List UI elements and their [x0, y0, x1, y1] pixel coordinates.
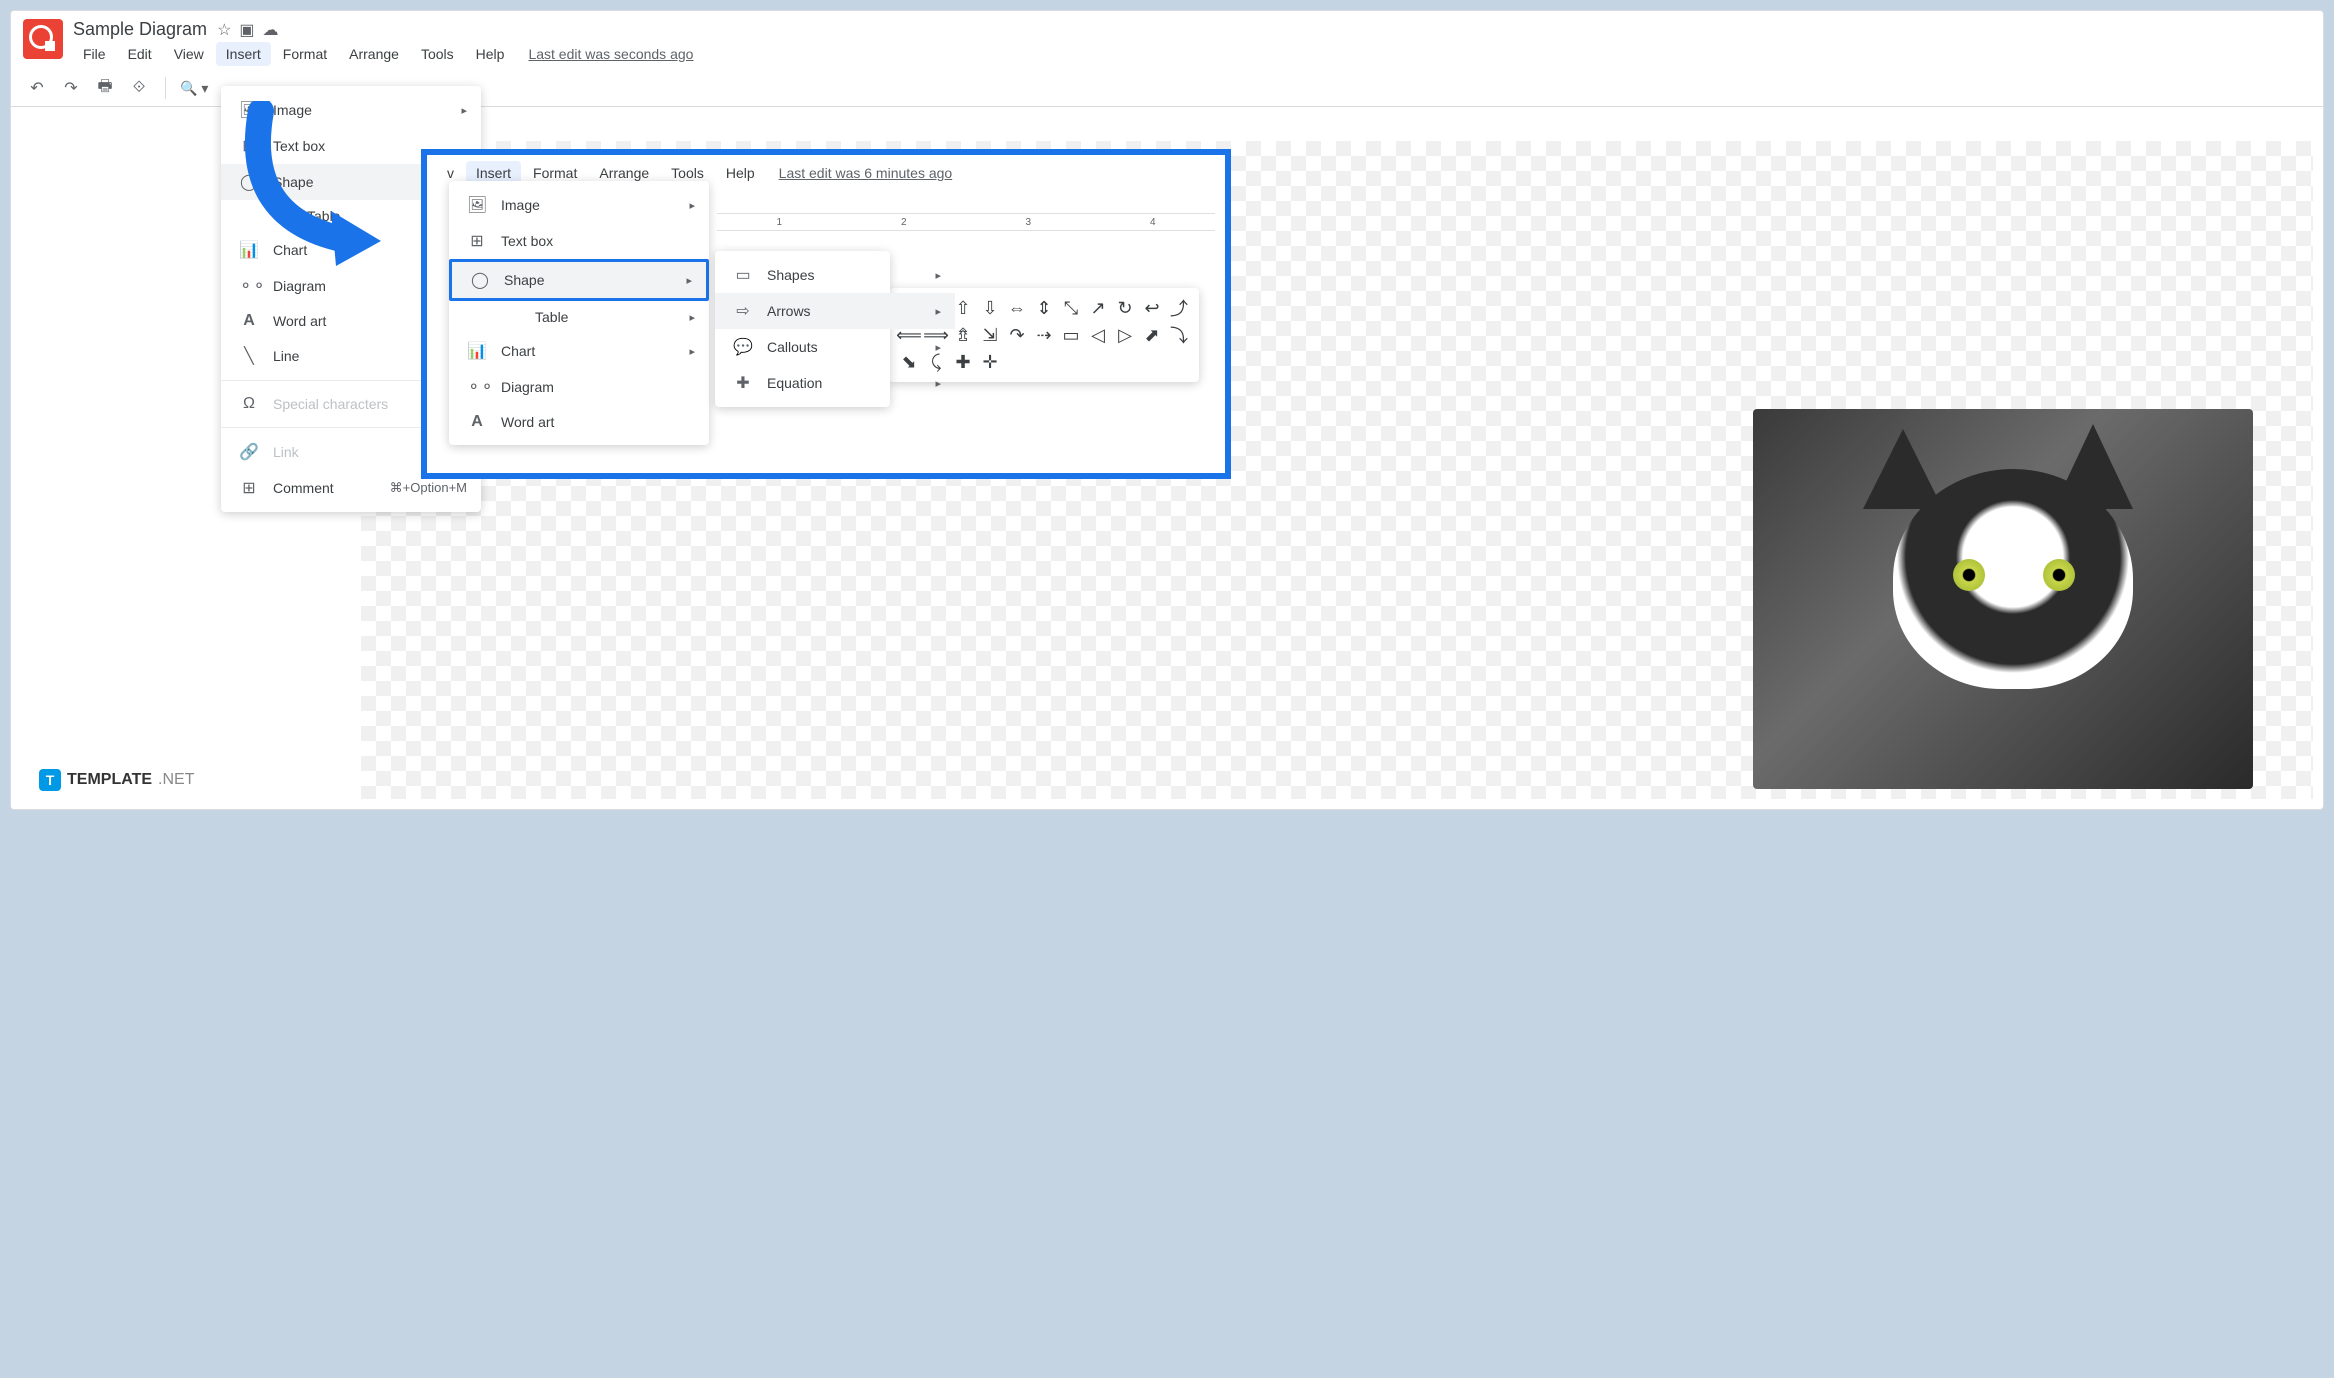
menu-arrange[interactable]: Arrange — [339, 42, 409, 66]
overlay-ruler: 12 34 — [717, 213, 1215, 231]
diagram-icon: ⚬⚬ — [239, 276, 259, 296]
overlay-insert-dropdown: 🖼Image▸ ⊞Text box ◯Shape▸ Table▸ 📊Chart▸… — [449, 181, 709, 445]
submenu-shapes[interactable]: ▭Shapes▸ — [715, 257, 955, 293]
arrow-icon: ⇨ — [733, 301, 753, 321]
logo-net: .NET — [158, 771, 194, 789]
last-edit[interactable]: Last edit was seconds ago — [528, 46, 693, 62]
menu-item-image[interactable]: 🖼Image▸ — [449, 187, 709, 223]
inserted-image[interactable] — [1753, 409, 2253, 789]
redo-icon[interactable]: ↷ — [59, 76, 83, 100]
menu-edit[interactable]: Edit — [118, 42, 162, 66]
arrow-shape-option[interactable]: ⤵ — [1167, 323, 1191, 347]
submenu-equation[interactable]: ✚Equation▸ — [715, 365, 955, 401]
shape-icon: ◯ — [470, 270, 490, 290]
separator — [165, 77, 166, 99]
watermark-logo: T TEMPLATE .NET — [39, 769, 194, 791]
tutorial-overlay-panel: v Insert Format Arrange Tools Help Last … — [421, 149, 1231, 479]
app-frame: Sample Diagram ☆ ▣ ☁ File Edit View Inse… — [10, 10, 2324, 810]
paint-format-icon[interactable]: ⟐ — [127, 76, 151, 100]
menu-item-chart[interactable]: 📊Chart▸ — [449, 333, 709, 369]
menu-item-wordart[interactable]: AWord art — [449, 405, 709, 439]
wordart-icon: A — [467, 413, 487, 431]
arrow-shape-option[interactable]: ⇕ — [1032, 296, 1056, 320]
menu-insert[interactable]: Insert — [216, 42, 271, 66]
menu-format[interactable]: Format — [273, 42, 337, 66]
wordart-icon: A — [239, 312, 259, 330]
drawings-app-icon[interactable] — [23, 19, 63, 59]
menu-item-textbox[interactable]: ⊞Text box — [449, 223, 709, 259]
plus-icon: ✚ — [733, 373, 753, 393]
callout-icon: 💬 — [733, 337, 753, 357]
arrow-shape-option[interactable]: ▭ — [1059, 323, 1083, 347]
arrow-shape-option[interactable]: ⤡ — [1059, 296, 1083, 320]
arrow-shape-option[interactable]: ⇲ — [978, 323, 1002, 347]
line-icon: ╲ — [239, 346, 259, 366]
rect-icon: ▭ — [733, 265, 753, 285]
diagram-icon: ⚬⚬ — [467, 377, 487, 397]
arrow-shape-option[interactable]: ⇢ — [1032, 323, 1056, 347]
move-icon[interactable]: ▣ — [239, 20, 254, 40]
logo-t-icon: T — [39, 769, 61, 791]
arrow-shape-option[interactable]: ↻ — [1113, 296, 1137, 320]
title-area: Sample Diagram ☆ ▣ ☁ File Edit View Inse… — [73, 19, 693, 66]
image-icon: 🖼 — [467, 195, 487, 215]
doc-title[interactable]: Sample Diagram — [73, 19, 207, 40]
arrow-shape-option[interactable]: ⬈ — [1140, 323, 1164, 347]
zoom-control[interactable]: 🔍 ▾ — [180, 80, 208, 97]
omega-icon: Ω — [239, 395, 259, 413]
arrow-shape-option[interactable]: ◁ — [1086, 323, 1110, 347]
textbox-icon: ⊞ — [467, 231, 487, 251]
header: Sample Diagram ☆ ▣ ☁ File Edit View Inse… — [11, 11, 2323, 66]
menu-item-diagram[interactable]: ⚬⚬Diagram — [449, 369, 709, 405]
title-icons: ☆ ▣ ☁ — [217, 20, 278, 40]
menu-tools[interactable]: Tools — [411, 42, 464, 66]
menu-view[interactable]: View — [164, 42, 214, 66]
submenu-callouts[interactable]: 💬Callouts▸ — [715, 329, 955, 365]
arrow-shape-option[interactable]: ↗ — [1086, 296, 1110, 320]
overlay-menu-help[interactable]: Help — [716, 161, 765, 185]
logo-brand: TEMPLATE — [67, 771, 152, 789]
comment-icon: ⊞ — [239, 478, 259, 498]
menu-item-shape[interactable]: ◯Shape▸ — [449, 259, 709, 301]
submenu-arrows[interactable]: ⇨Arrows▸ — [715, 293, 955, 329]
shortcut-label: ⌘+Option+M — [390, 480, 467, 496]
tutorial-arrow-icon — [231, 101, 391, 271]
chevron-right-icon: ▸ — [461, 104, 467, 117]
arrow-shape-option[interactable]: ↩ — [1140, 296, 1164, 320]
shape-submenu: ▭Shapes▸ ⇨Arrows▸ 💬Callouts▸ ✚Equation▸ — [715, 251, 890, 407]
menu-help[interactable]: Help — [466, 42, 515, 66]
overlay-last-edit[interactable]: Last edit was 6 minutes ago — [779, 165, 953, 181]
chart-icon: 📊 — [467, 341, 487, 361]
arrow-shape-option[interactable]: ✛ — [978, 350, 1002, 374]
arrow-shape-option[interactable]: ⇩ — [978, 296, 1002, 320]
star-icon[interactable]: ☆ — [217, 20, 231, 40]
menu-item-table[interactable]: Table▸ — [449, 301, 709, 333]
menubar: File Edit View Insert Format Arrange Too… — [73, 42, 693, 66]
arrow-shape-option[interactable]: ▷ — [1113, 323, 1137, 347]
menu-file[interactable]: File — [73, 42, 116, 66]
print-icon[interactable]: 🖶 — [93, 76, 117, 100]
cloud-icon[interactable]: ☁ — [263, 20, 279, 40]
arrow-shape-option[interactable]: ⤴ — [1167, 296, 1191, 320]
link-icon: 🔗 — [239, 442, 259, 462]
arrow-shape-option[interactable]: ⇔ — [1005, 296, 1029, 320]
undo-icon[interactable]: ↶ — [25, 76, 49, 100]
arrow-shape-option[interactable]: ↷ — [1005, 323, 1029, 347]
